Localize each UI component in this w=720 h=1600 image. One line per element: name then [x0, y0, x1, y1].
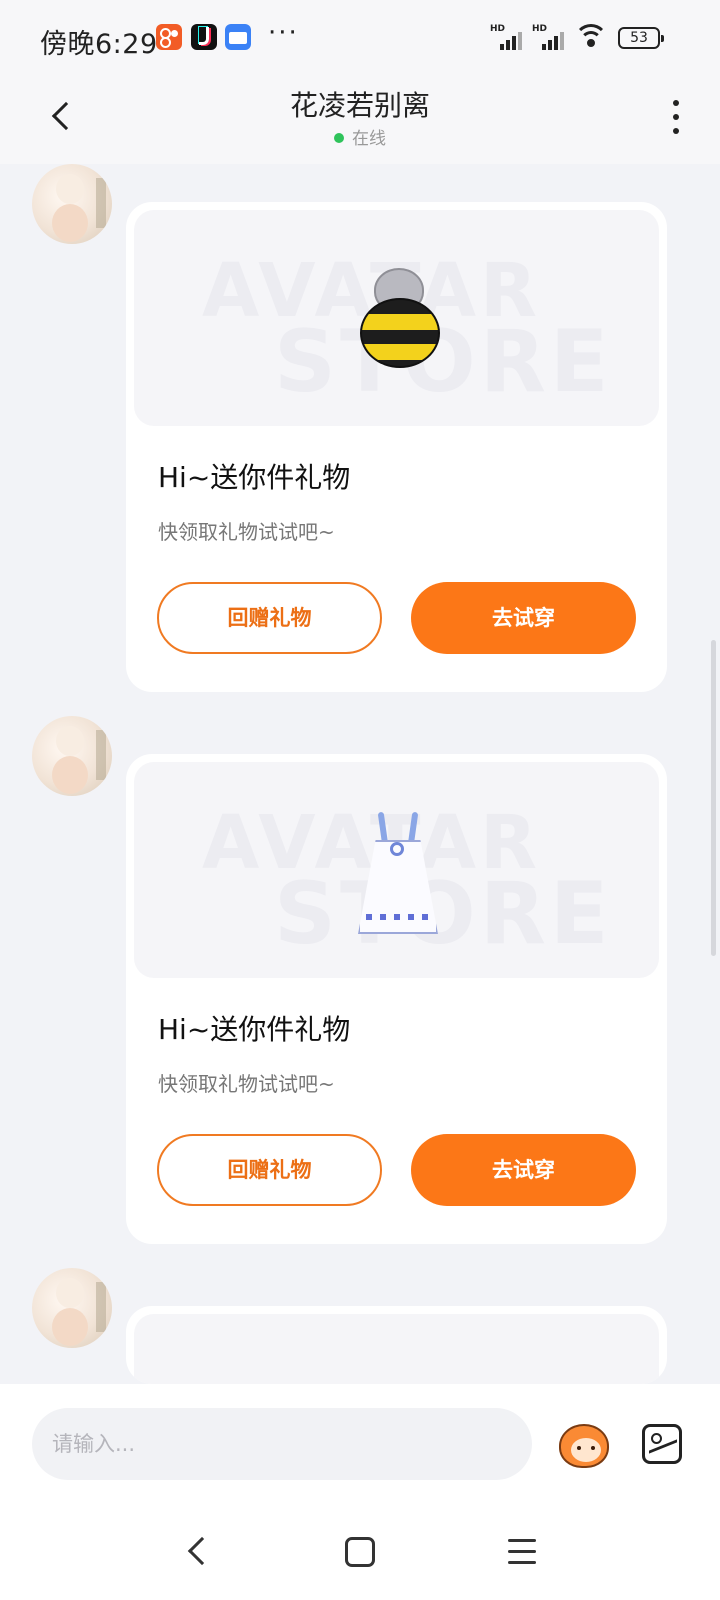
nav-back-icon[interactable] [178, 1532, 218, 1572]
online-dot-icon [334, 133, 344, 143]
message-input[interactable] [32, 1408, 532, 1480]
more-icon[interactable] [656, 96, 696, 142]
try-on-button[interactable]: 去试穿 [411, 1134, 636, 1206]
avatar[interactable] [32, 1268, 112, 1348]
bee-costume-image [356, 268, 446, 378]
avatar[interactable] [32, 716, 112, 796]
gift-card-partial [126, 1306, 667, 1384]
watermark-text: STORE [274, 864, 613, 964]
input-bar [0, 1384, 720, 1512]
tiktok-notification-icon [191, 24, 217, 50]
wifi-icon [574, 22, 608, 50]
nav-menu-icon[interactable] [508, 1537, 538, 1567]
gift-subtitle: 快领取礼物试试吧~ [158, 1072, 335, 1096]
contact-name: 花凌若别离 [289, 89, 430, 122]
image-icon[interactable] [642, 1424, 682, 1464]
status-time: 傍晚6:29 [40, 29, 158, 60]
scrollbar[interactable] [711, 640, 716, 956]
gift-card: AVATAR STORE Hi~送你件礼物 快领取礼物试试吧~ 回赠礼物 去试穿 [126, 202, 667, 692]
wallet-notification-icon [225, 24, 251, 50]
gift-card: AVATAR STORE Hi~送你件礼物 快领取礼物试试吧~ 回赠礼物 去试穿 [126, 754, 667, 1244]
battery-icon: 53 [618, 27, 664, 49]
status-bar: 傍晚6:29 ··· HD HD 53 [0, 0, 720, 76]
online-status: 在线 [0, 124, 720, 149]
signal-icon: HD [532, 24, 568, 50]
gift-preview[interactable]: AVATAR STORE [134, 762, 659, 978]
return-gift-button[interactable]: 回赠礼物 [157, 1134, 382, 1206]
nav-home-icon[interactable] [345, 1537, 375, 1567]
signal-icon: HD [490, 24, 526, 50]
gift-preview[interactable]: AVATAR STORE [134, 210, 659, 426]
emoji-icon[interactable] [555, 1418, 613, 1470]
system-nav-bar [0, 1512, 720, 1600]
avatar[interactable] [32, 164, 112, 244]
online-status-label: 在线 [352, 129, 386, 149]
more-notifications-icon: ··· [268, 18, 299, 48]
gift-subtitle: 快领取礼物试试吧~ [158, 520, 335, 544]
white-dress-image [356, 811, 440, 940]
return-gift-button[interactable]: 回赠礼物 [157, 582, 382, 654]
chat-header: 花凌若别离 在线 [0, 76, 720, 164]
gift-title: Hi~送你件礼物 [158, 1013, 351, 1046]
gift-preview[interactable] [134, 1314, 659, 1384]
app-notification-icon [156, 24, 182, 50]
gift-title: Hi~送你件礼物 [158, 461, 351, 494]
try-on-button[interactable]: 去试穿 [411, 582, 636, 654]
